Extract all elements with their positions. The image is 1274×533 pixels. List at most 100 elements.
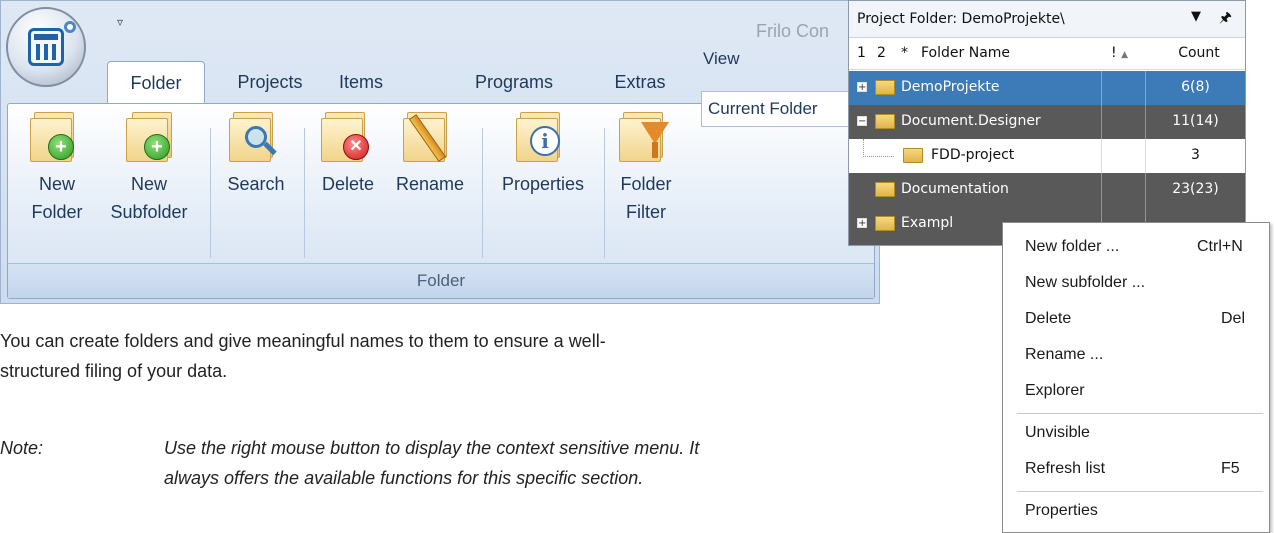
folder-row[interactable]: + DemoProjekte 6(8): [849, 71, 1245, 105]
panel-title: Project Folder: DemoProjekte\: [857, 11, 1065, 27]
body-paragraph-line-2: structured filing of your data.: [0, 361, 228, 381]
new-folder-label-2: Folder: [31, 202, 83, 222]
separator: [482, 128, 483, 258]
search-icon: [229, 108, 283, 162]
collapse-icon[interactable]: −: [857, 116, 867, 127]
folder-count: 3: [1191, 147, 1200, 163]
folder-name: FDD-project: [931, 147, 1015, 163]
menu-item-unvisible[interactable]: Unvisible: [1025, 419, 1261, 447]
folder-name: Documentation: [901, 181, 1009, 197]
calculator-icon: [28, 28, 64, 66]
folder-icon: [875, 182, 895, 197]
menu-item-shortcut: F5: [1221, 460, 1240, 477]
menu-item-delete[interactable]: Delete Del: [1025, 305, 1261, 333]
separator: [210, 128, 211, 258]
menu-item-properties[interactable]: Properties: [1025, 497, 1261, 525]
folder-filter-button[interactable]: Folder Filter: [610, 108, 682, 226]
column-header-count[interactable]: Count: [1159, 45, 1239, 61]
expand-icon[interactable]: +: [857, 218, 867, 229]
column-header-flag-label: !: [1111, 45, 1117, 61]
expand-icon[interactable]: +: [857, 82, 867, 93]
menu-item-label: Refresh list: [1025, 460, 1106, 477]
pin-icon[interactable]: 🖈: [1219, 7, 1232, 31]
rename-icon: [403, 108, 457, 162]
column-header-name[interactable]: Folder Name: [921, 45, 1010, 61]
column-header: 1 2 * Folder Name ! ▲ Count: [849, 39, 1245, 70]
menu-item-new-folder[interactable]: New folder ... Ctrl+N: [1025, 233, 1261, 261]
properties-button[interactable]: i Properties: [490, 108, 596, 198]
new-folder-label-1: New: [38, 174, 75, 194]
column-header-1[interactable]: 1: [857, 45, 866, 61]
folder-filter-label-1: Folder: [620, 174, 672, 194]
view-label: View: [703, 49, 740, 68]
new-subfolder-label-2: Subfolder: [110, 202, 188, 222]
window-title: Frilo Con: [756, 21, 830, 41]
delete-icon: ✕: [321, 108, 375, 162]
project-folder-panel: Project Folder: DemoProjekte\ ▼ 🖈 1 2 * …: [848, 0, 1246, 246]
tab-extras[interactable]: Extras: [599, 61, 681, 103]
column-header-2[interactable]: 2: [877, 45, 886, 61]
folder-icon: [903, 148, 923, 163]
tab-folder[interactable]: Folder: [107, 61, 205, 103]
folder-icon: [875, 80, 895, 95]
folder-icon: [875, 216, 895, 231]
rename-label: Rename: [395, 174, 465, 194]
search-button[interactable]: Search: [218, 108, 294, 198]
sort-ascending-icon: ▲: [1121, 50, 1128, 60]
folder-row[interactable]: Documentation 23(23): [849, 173, 1245, 207]
note-label: Note:: [0, 438, 44, 458]
rename-button[interactable]: Rename: [388, 108, 472, 198]
menu-item-shortcut: Del: [1221, 310, 1246, 327]
new-subfolder-button[interactable]: + New Subfolder: [100, 108, 198, 226]
view-select[interactable]: Current Folder: [701, 91, 871, 127]
delete-button[interactable]: ✕ Delete: [312, 108, 384, 198]
quick-access-dropdown-icon[interactable]: ▿: [113, 15, 127, 29]
gear-icon: [64, 21, 76, 33]
ribbon: ▿ Frilo Con Folder Projects Items Progra…: [0, 0, 880, 304]
new-subfolder-icon: +: [122, 108, 176, 162]
folder-count: 6(8): [1181, 79, 1210, 95]
folder-name: Document.Designer: [901, 113, 1041, 129]
new-subfolder-label-1: New: [130, 174, 167, 194]
folder-filter-icon: [619, 108, 673, 162]
menu-item-label: Explorer: [1025, 382, 1085, 399]
menu-item-explorer[interactable]: Explorer: [1025, 377, 1261, 405]
folder-icon: [875, 114, 895, 129]
column-header-flag[interactable]: ! ▲: [1111, 45, 1128, 61]
column-header-star[interactable]: *: [901, 45, 908, 61]
search-label: Search: [227, 174, 285, 194]
new-folder-icon: +: [30, 108, 84, 162]
menu-item-label: New subfolder ...: [1025, 274, 1146, 291]
dropdown-arrow-icon[interactable]: ▼: [1191, 9, 1201, 24]
panel-title-bar: Project Folder: DemoProjekte\ ▼ 🖈: [849, 1, 1245, 38]
properties-label: Properties: [501, 174, 585, 194]
menu-item-label: Properties: [1025, 502, 1098, 519]
menu-item-refresh-list[interactable]: Refresh list F5: [1025, 455, 1261, 483]
menu-item-label: Unvisible: [1025, 424, 1090, 441]
menu-item-new-subfolder[interactable]: New subfolder ...: [1025, 269, 1261, 297]
ribbon-group-label: Folder: [8, 263, 874, 298]
new-folder-button[interactable]: + New Folder: [22, 108, 92, 226]
menu-item-label: Delete: [1025, 310, 1072, 327]
menu-item-shortcut: Ctrl+N: [1197, 238, 1243, 255]
tab-items[interactable]: Items: [325, 61, 397, 103]
menu-item-label: New folder ...: [1025, 238, 1120, 255]
separator: [304, 128, 305, 258]
ribbon-panel: + New Folder + New Subfolder Search ✕ De…: [7, 103, 875, 299]
note-text-line-1: Use the right mouse button to display th…: [164, 438, 700, 458]
tab-projects[interactable]: Projects: [225, 61, 315, 103]
tab-programs[interactable]: Programs: [459, 61, 569, 103]
application-button[interactable]: [6, 7, 86, 87]
menu-item-rename[interactable]: Rename ...: [1025, 341, 1261, 369]
body-paragraph-line-1: You can create folders and give meaningf…: [0, 331, 606, 351]
folder-name: DemoProjekte: [901, 79, 1000, 95]
folder-name: Exampl: [901, 215, 954, 231]
properties-icon: i: [516, 108, 570, 162]
separator: [604, 128, 605, 258]
folder-count: 23(23): [1172, 181, 1219, 197]
folder-count: 11(14): [1172, 113, 1219, 129]
tree-connector: [863, 139, 894, 157]
folder-row[interactable]: − Document.Designer 11(14): [849, 105, 1245, 139]
folder-row[interactable]: FDD-project 3: [849, 139, 1245, 173]
menu-separator: [1017, 413, 1263, 414]
